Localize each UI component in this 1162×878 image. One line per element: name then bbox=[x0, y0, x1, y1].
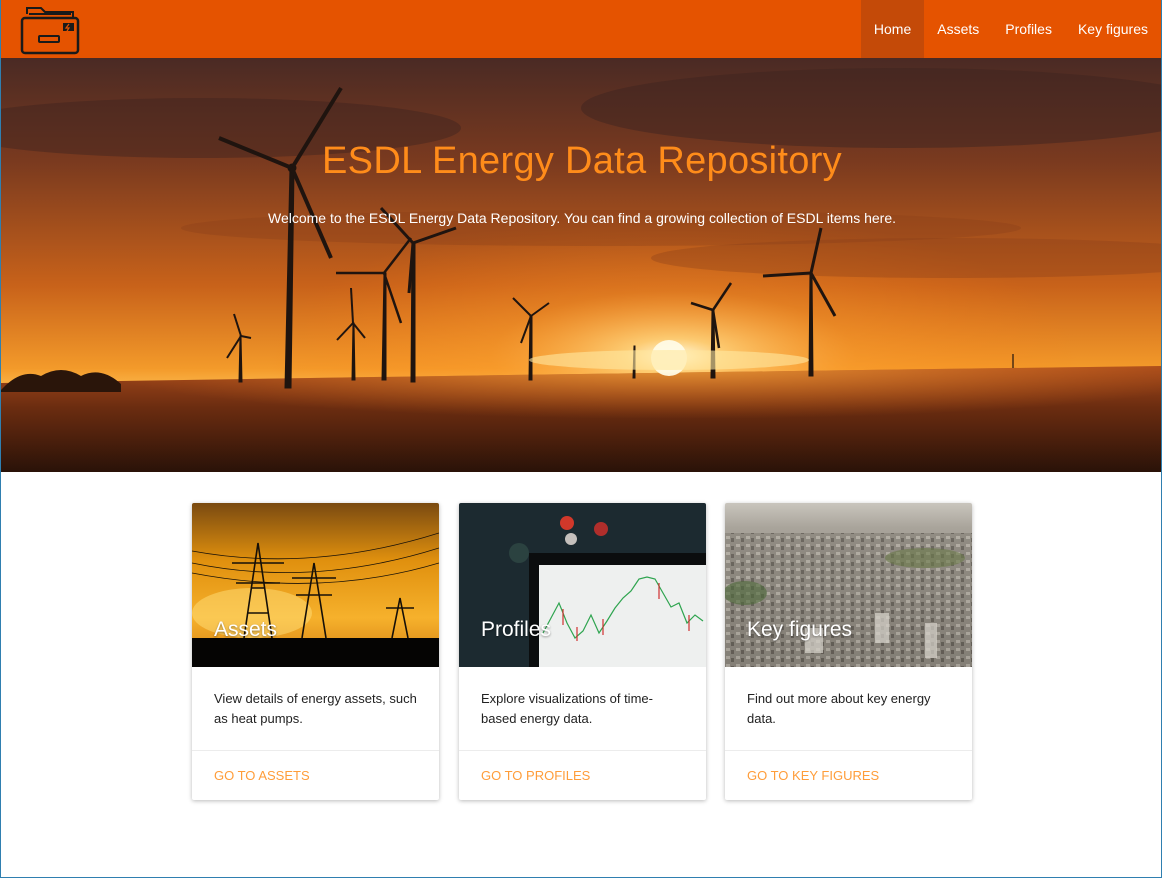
hero-subtitle: Welcome to the ESDL Energy Data Reposito… bbox=[268, 210, 896, 226]
nav-links: Home Assets Profiles Key figures bbox=[860, 0, 1161, 58]
go-to-assets-link[interactable]: GO TO ASSETS bbox=[214, 768, 310, 783]
nav-key-figures[interactable]: Key figures bbox=[1065, 0, 1161, 58]
card-profiles-text: Explore visualizations of time-based ene… bbox=[481, 691, 653, 726]
card-key-figures: Key figures Find out more about key ener… bbox=[725, 503, 972, 800]
hero-banner: ESDL Energy Data Repository Welcome to t… bbox=[1, 58, 1161, 472]
nav-home[interactable]: Home bbox=[860, 0, 925, 58]
card-key-figures-title: Key figures bbox=[747, 618, 853, 641]
go-to-key-figures-link[interactable]: GO TO KEY FIGURES bbox=[747, 768, 879, 783]
card-profiles-image: Profiles bbox=[459, 503, 706, 667]
nav-profiles[interactable]: Profiles bbox=[992, 0, 1065, 58]
file-cabinet-icon[interactable] bbox=[19, 4, 81, 56]
power-lines-sunset-image bbox=[192, 503, 439, 667]
card-assets-image: Assets bbox=[192, 503, 439, 667]
go-to-profiles-link[interactable]: GO TO PROFILES bbox=[481, 768, 590, 783]
card-assets-title: Assets bbox=[214, 618, 278, 641]
card-divider bbox=[725, 750, 972, 751]
card-key-figures-text: Find out more about key energy data. bbox=[747, 691, 931, 726]
nav-assets[interactable]: Assets bbox=[924, 0, 992, 58]
card-key-figures-image: Key figures bbox=[725, 503, 972, 667]
card-divider bbox=[192, 750, 439, 751]
city-aerial-image bbox=[725, 503, 972, 667]
card-assets-text: View details of energy assets, such as h… bbox=[214, 691, 417, 726]
card-assets: Assets View details of energy assets, su… bbox=[192, 503, 439, 800]
hero-title: ESDL Energy Data Repository bbox=[322, 140, 842, 182]
card-profiles: Profiles Explore visualizations of time-… bbox=[459, 503, 706, 800]
top-navbar: Home Assets Profiles Key figures bbox=[1, 0, 1161, 58]
card-profiles-title: Profiles bbox=[481, 618, 552, 641]
card-divider bbox=[459, 750, 706, 751]
stock-chart-screen-image bbox=[459, 503, 706, 667]
hero-sunset-wind-turbines-image bbox=[1, 58, 1161, 472]
